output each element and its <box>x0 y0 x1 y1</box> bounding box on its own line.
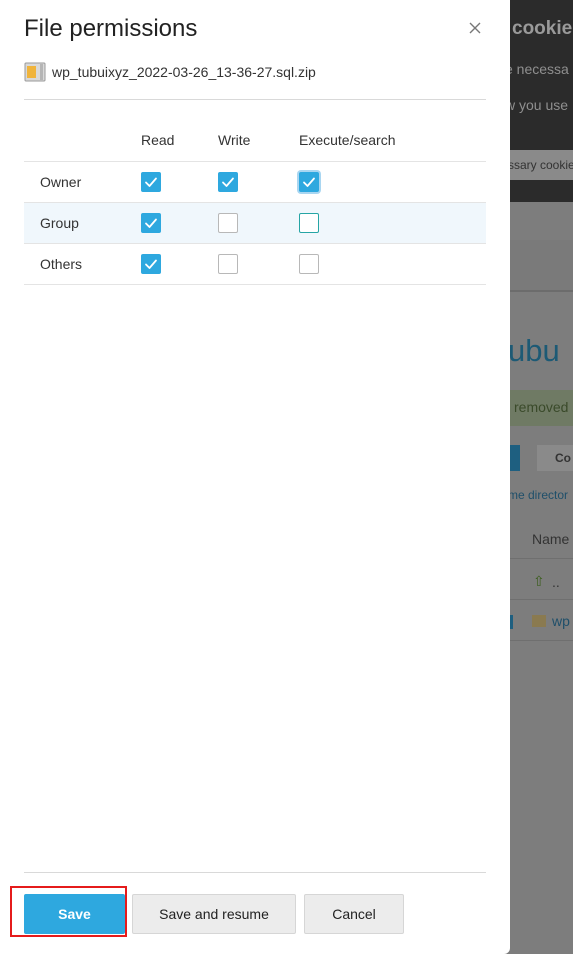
background-row-divider <box>505 558 573 559</box>
cookie-title: cookie <box>512 18 573 39</box>
row-label-owner: Owner <box>24 161 141 203</box>
cookie-button: ssary cookie <box>500 150 573 180</box>
dialog-title: File permissions <box>24 15 198 42</box>
divider <box>24 99 486 100</box>
close-icon <box>469 22 481 34</box>
owner-execute-checkbox[interactable] <box>299 171 319 192</box>
file-info: wp_tubuixyz_2022-03-26_13-36-27.sql.zip <box>24 60 316 84</box>
checkmark-icon <box>145 218 157 228</box>
others-write-checkbox[interactable] <box>218 253 238 274</box>
row-label-others: Others <box>24 243 141 285</box>
file-name: wp_tubuixyz_2022-03-26_13-36-27.sql.zip <box>52 64 316 80</box>
owner-read-checkbox[interactable] <box>141 171 161 192</box>
group-write-checkbox[interactable] <box>218 212 238 233</box>
cookie-text-line: e necessa <box>505 61 569 77</box>
column-header-write: Write <box>218 120 299 162</box>
checkmark-icon <box>145 259 157 269</box>
file-icon <box>532 615 546 627</box>
owner-write-checkbox[interactable] <box>218 171 238 192</box>
background-file-name: wp <box>552 613 570 629</box>
background-link: me director <box>508 488 569 502</box>
cancel-button[interactable]: Cancel <box>304 894 404 934</box>
cookie-text-line: w you use <box>505 97 569 113</box>
background-column-header: Name <box>532 531 570 547</box>
column-header-read: Read <box>141 120 218 162</box>
checkmark-icon <box>303 177 315 187</box>
permission-row-owner: Owner <box>24 161 486 203</box>
file-permissions-dialog: File permissions wp_tubuixyz_2022-03-26_… <box>0 0 510 954</box>
background-file-link: wp <box>532 613 570 629</box>
zip-file-icon <box>24 62 46 82</box>
divider <box>24 872 486 873</box>
group-execute-checkbox[interactable] <box>299 212 319 233</box>
background-row-divider <box>505 599 573 600</box>
group-read-checkbox[interactable] <box>141 212 161 233</box>
others-read-checkbox[interactable] <box>141 253 161 274</box>
background-row-divider <box>505 640 573 641</box>
permissions-table: Read Write Execute/search Owner Group Ot… <box>24 120 486 285</box>
background-alert: removed <box>505 390 573 426</box>
header-empty <box>24 120 141 162</box>
checkmark-icon <box>222 177 234 187</box>
close-button[interactable] <box>464 17 486 39</box>
permission-row-others: Others <box>24 243 486 285</box>
background-secondary-button: Co <box>537 445 573 471</box>
permission-row-group: Group <box>24 202 486 244</box>
others-execute-checkbox[interactable] <box>299 253 319 274</box>
save-and-resume-button[interactable]: Save and resume <box>132 894 296 934</box>
save-button[interactable]: Save <box>24 894 125 934</box>
checkmark-icon <box>145 177 157 187</box>
background-toolbar <box>505 240 573 292</box>
up-arrow-icon: ⇧ <box>533 573 545 589</box>
row-label-group: Group <box>24 202 141 244</box>
column-header-execute: Execute/search <box>299 120 486 162</box>
background-parent-dir: .. <box>552 574 560 590</box>
table-header-row: Read Write Execute/search <box>24 120 486 162</box>
background-heading: ubu <box>508 333 560 368</box>
